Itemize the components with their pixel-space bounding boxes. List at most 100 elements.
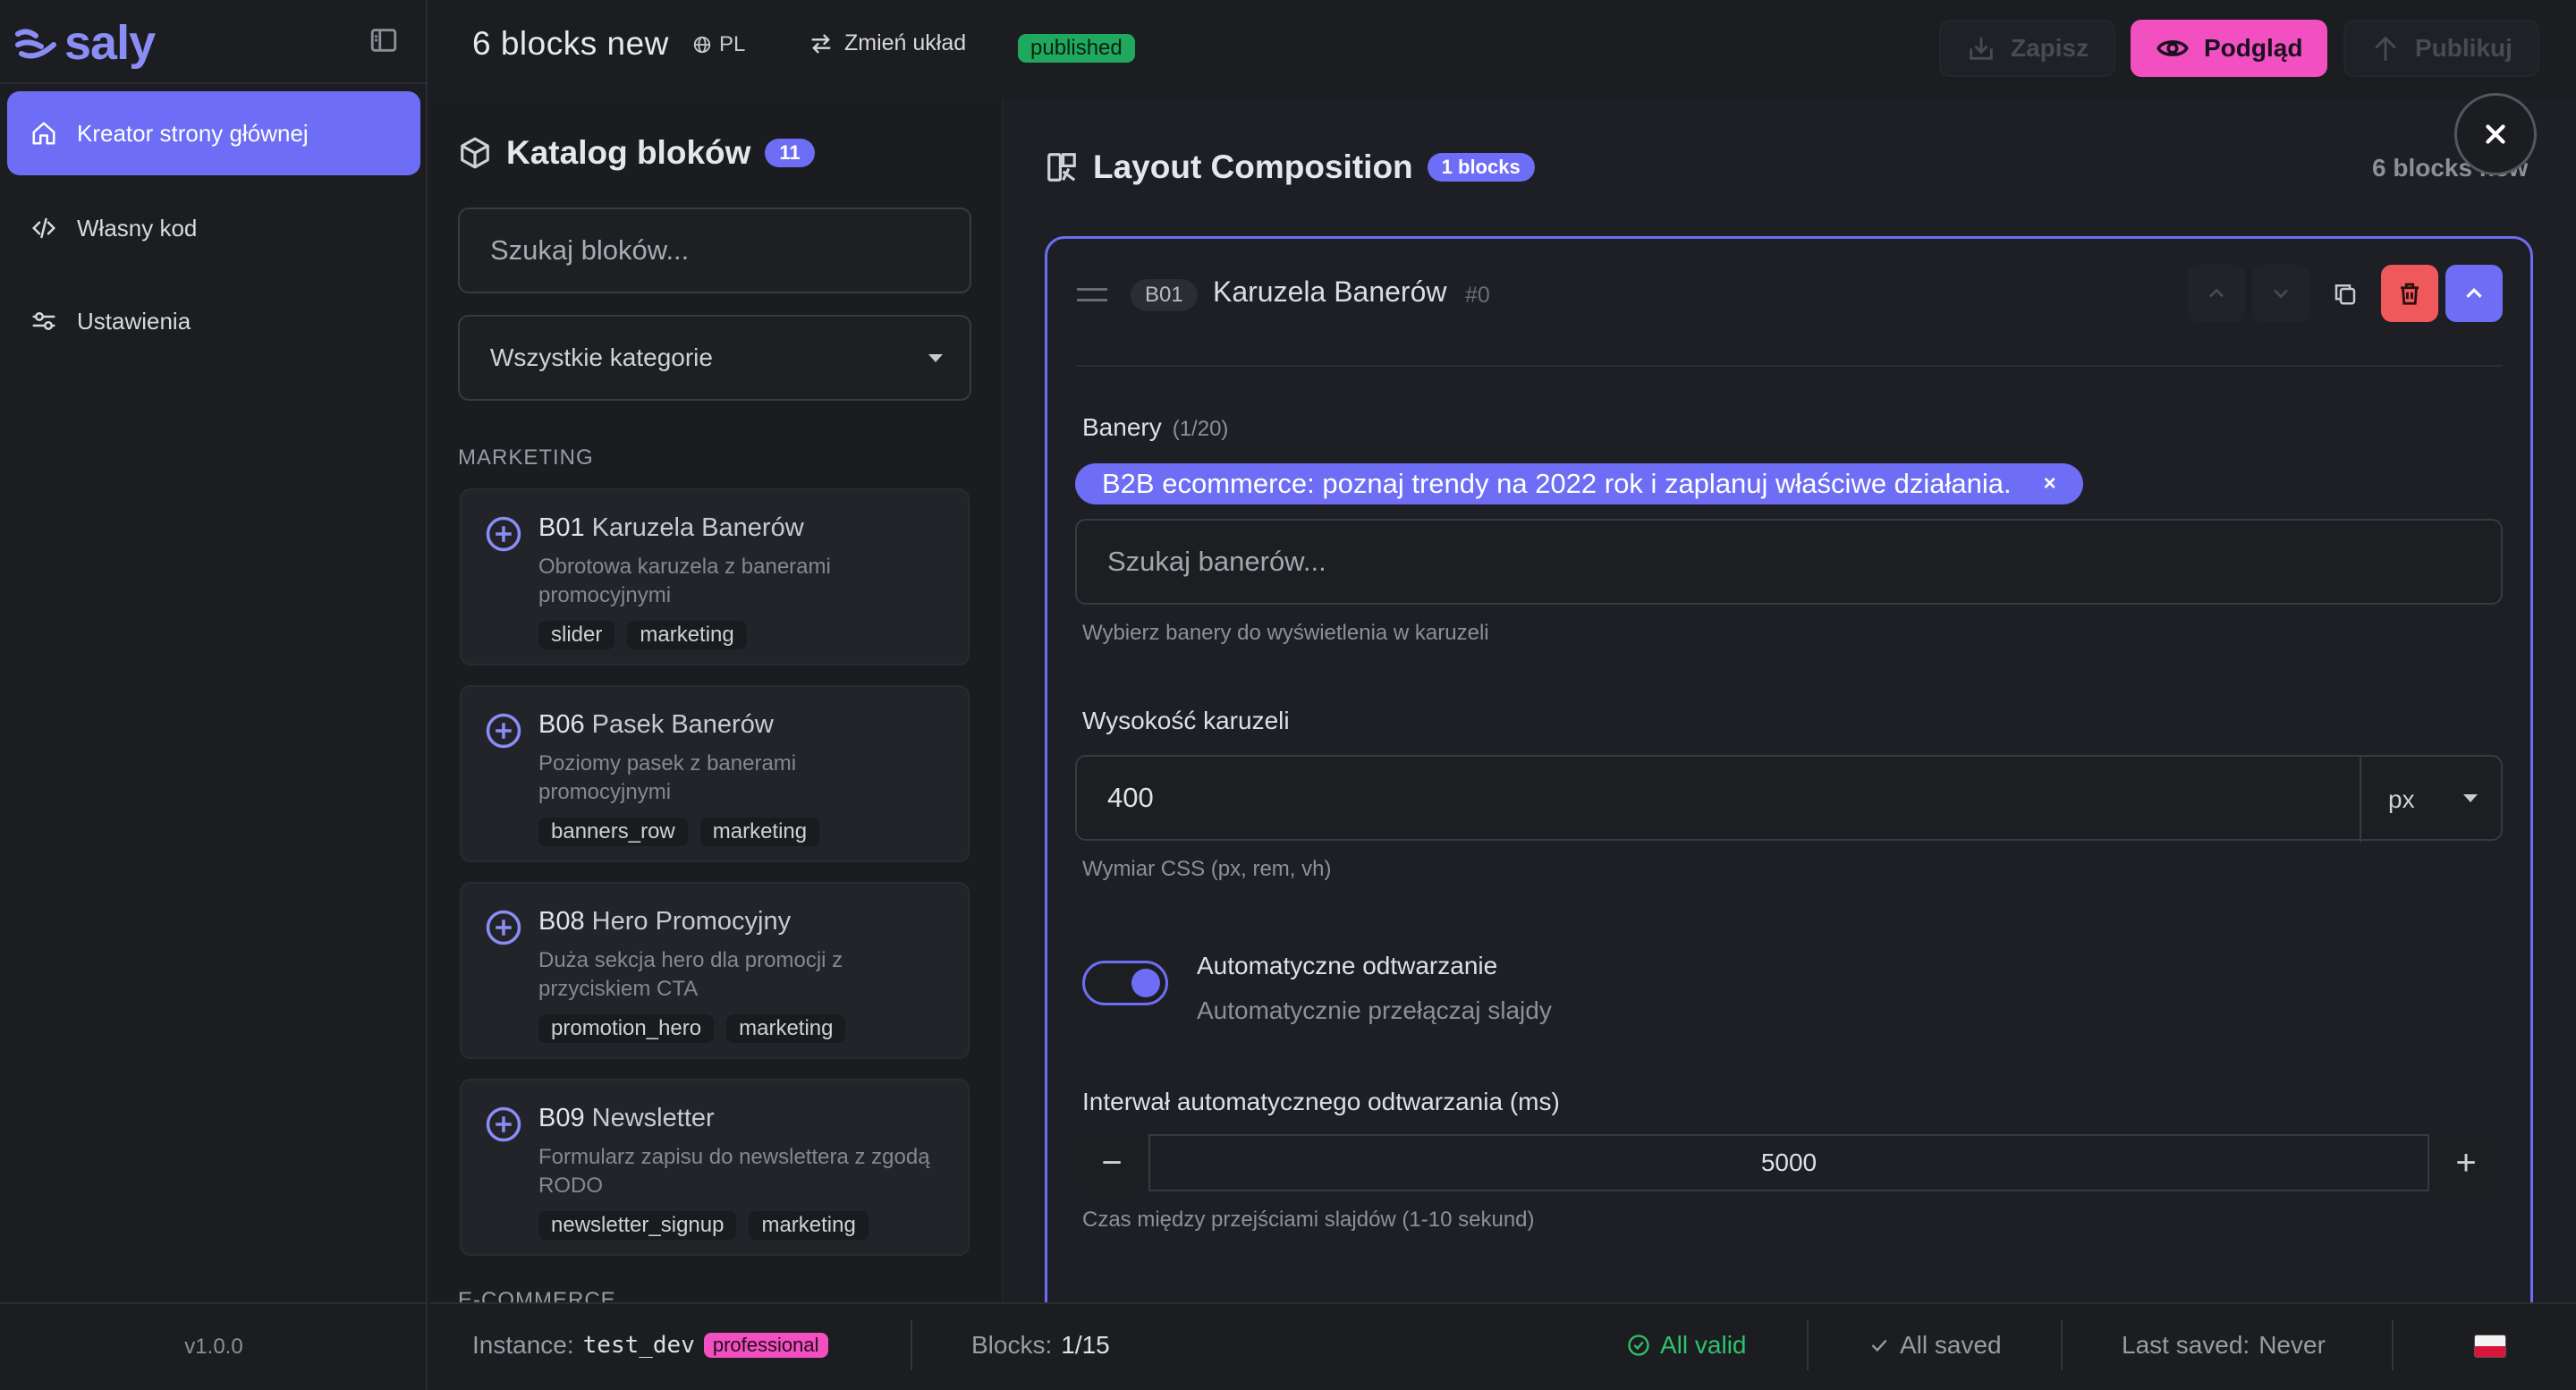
- block-search-input[interactable]: Szukaj bloków...: [458, 208, 971, 293]
- app-version: v1.0.0: [0, 1302, 428, 1390]
- banner-chip-text: B2B ecommerce: poznaj trendy na 2022 rok…: [1102, 468, 2012, 499]
- block-code-badge: B01: [1131, 279, 1198, 311]
- tag: slider: [538, 621, 615, 649]
- footer-divider: [2392, 1320, 2394, 1370]
- catalog-block-card[interactable]: B09 Newsletter Formularz zapisu do newsl…: [460, 1079, 970, 1256]
- catalog-title-text: Katalog bloków: [506, 134, 751, 171]
- sidebar-item-label: Ustawienia: [77, 307, 191, 335]
- blocks-count: Blocks: 1/15: [971, 1331, 1110, 1360]
- sidebar-item-settings[interactable]: Ustawienia: [7, 279, 420, 363]
- section-label-marketing: MARKETING: [458, 445, 594, 470]
- tag: marketing: [726, 1014, 846, 1043]
- sidebar-collapse-button[interactable]: [369, 25, 399, 55]
- autoplay-toggle[interactable]: [1082, 961, 1168, 1005]
- logo-text: saly: [64, 16, 156, 70]
- catalog-block-card[interactable]: B06 Pasek Banerów Poziomy pasek z banera…: [460, 685, 970, 862]
- save-status: All saved: [1868, 1331, 2002, 1360]
- language-selector[interactable]: PL: [692, 32, 745, 57]
- chevron-up-icon: [2209, 288, 2224, 298]
- publish-label: Publikuj: [2415, 34, 2512, 62]
- copy-icon: [2334, 284, 2356, 305]
- block-description: Poziomy pasek z banerami promocyjnymi: [538, 751, 797, 804]
- height-hint: Wymiar CSS (px, rem, vh): [1082, 857, 1332, 881]
- composition-title: Layout Composition 1 blocks: [1045, 148, 1535, 186]
- add-circle-icon[interactable]: [485, 712, 522, 750]
- block-name: B01 Karuzela Banerów: [538, 513, 804, 542]
- move-up-button[interactable]: [2188, 265, 2245, 322]
- carousel-height-input[interactable]: 400: [1075, 755, 2503, 841]
- block-description: Duża sekcja hero dla promocji z przycisk…: [538, 948, 843, 1001]
- banners-hint: Wybierz banery do wyświetlenia w karuzel…: [1082, 621, 1489, 645]
- add-circle-icon[interactable]: [485, 909, 522, 946]
- check-icon: [1871, 1339, 1887, 1352]
- sidebar-item-homepage-builder[interactable]: Kreator strony głównej: [7, 91, 420, 175]
- move-down-button[interactable]: [2252, 265, 2309, 322]
- arrow-up-icon: [2375, 36, 2396, 62]
- preview-label: Podgląd: [2204, 34, 2303, 62]
- catalog-count-badge: 11: [765, 139, 815, 167]
- composition-title-text: Layout Composition: [1093, 148, 1413, 185]
- sidebar-item-label: Kreator strony głównej: [77, 119, 309, 147]
- block-name: B09 Newsletter: [538, 1104, 715, 1132]
- swap-icon: [811, 34, 831, 53]
- flag-poland-icon[interactable]: [2474, 1335, 2506, 1358]
- carousel-height-label: Wysokość karuzeli: [1082, 707, 1290, 734]
- code-icon: [31, 217, 56, 239]
- chevron-down-icon: [928, 354, 943, 362]
- sidebar-item-label: Własny kod: [77, 214, 198, 242]
- close-button[interactable]: [2454, 93, 2537, 175]
- instance-label: Instance:: [472, 1331, 574, 1359]
- instance-info: Instance: test_dev professional: [472, 1331, 828, 1360]
- block-tags: promotion_hero marketing: [538, 1014, 846, 1043]
- logo-icon: [15, 29, 56, 59]
- block-header-divider: [1077, 365, 2503, 367]
- block-description: Obrotowa karuzela z banerami promocyjnym…: [538, 555, 831, 607]
- globe-icon: [693, 36, 711, 54]
- home-icon: [32, 122, 55, 145]
- block-tags: newsletter_signup marketing: [538, 1211, 869, 1240]
- block-name: B06 Pasek Banerów: [538, 710, 774, 739]
- sidebar-item-custom-code[interactable]: Własny kod: [7, 186, 420, 270]
- status-badge: published: [1018, 34, 1135, 63]
- category-select[interactable]: Wszystkie kategorie: [458, 315, 971, 401]
- catalog-block-card[interactable]: B01 Karuzela Banerów Obrotowa karuzela z…: [460, 488, 970, 665]
- height-unit-select[interactable]: px: [2360, 757, 2503, 843]
- block-title: Karuzela Banerów: [1213, 275, 1447, 308]
- selected-banner-chip: B2B ecommerce: poznaj trendy na 2022 rok…: [1075, 463, 2083, 504]
- interval-value-input[interactable]: 5000: [1148, 1134, 2429, 1191]
- app-logo[interactable]: saly: [14, 16, 156, 70]
- add-circle-icon[interactable]: [485, 1106, 522, 1143]
- duplicate-button[interactable]: [2317, 265, 2374, 322]
- save-button[interactable]: Zapisz: [1939, 20, 2116, 77]
- add-circle-icon[interactable]: [485, 515, 522, 553]
- banner-search-input[interactable]: Szukaj banerów...: [1075, 519, 2503, 605]
- change-layout-button[interactable]: Zmień układ: [809, 30, 966, 56]
- preview-button[interactable]: Podgląd: [2131, 20, 2328, 77]
- page-title: 6 blocks new: [472, 25, 669, 62]
- collapse-block-button[interactable]: [2445, 265, 2503, 322]
- interval-increment-button[interactable]: +: [2429, 1134, 2503, 1191]
- tag: banners_row: [538, 818, 688, 846]
- block-name: B08 Hero Promocyjny: [538, 907, 792, 936]
- block-description: Formularz zapisu do newslettera z zgodą …: [538, 1145, 930, 1198]
- change-layout-label: Zmień układ: [844, 30, 967, 55]
- block-tags: banners_row marketing: [538, 818, 820, 846]
- tag: marketing: [749, 1211, 869, 1240]
- eye-icon: [2157, 40, 2189, 56]
- interval-decrement-button[interactable]: −: [1075, 1134, 1148, 1191]
- delete-block-button[interactable]: [2381, 265, 2438, 322]
- remove-banner-button[interactable]: ×: [2044, 471, 2056, 496]
- catalog-block-card[interactable]: B08 Hero Promocyjny Duża sekcja hero dla…: [460, 882, 970, 1059]
- autoplay-description: Automatycznie przełączaj slajdy: [1197, 996, 1552, 1024]
- sidebar-toggle-icon: [370, 29, 397, 52]
- publish-button[interactable]: Publikuj: [2343, 20, 2539, 77]
- drag-handle-icon[interactable]: [1077, 286, 1107, 304]
- blocks-label: Blocks:: [971, 1331, 1053, 1359]
- last-saved-label: Last saved:: [2122, 1331, 2250, 1359]
- last-saved: Last saved: Never: [2122, 1331, 2326, 1360]
- chevron-up-icon: [2466, 288, 2482, 298]
- download-icon: [1970, 37, 1993, 60]
- sidebar-divider: [0, 82, 428, 84]
- catalog-title: Katalog bloków 11: [458, 134, 815, 172]
- check-circle-icon: [1628, 1335, 1649, 1356]
